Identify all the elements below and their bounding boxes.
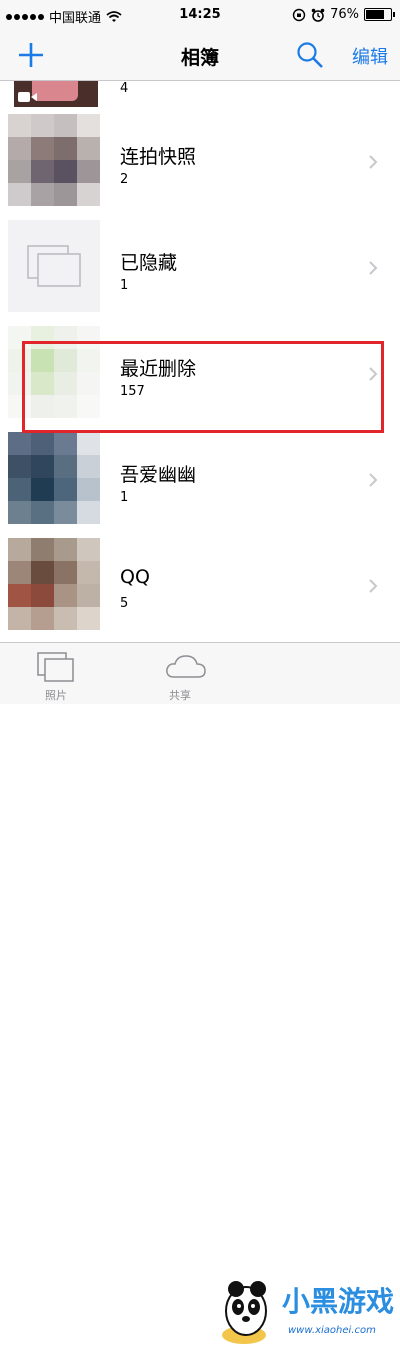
status-bar: 中国联通 14:25 76% <box>0 0 400 30</box>
album-row-recently-deleted[interactable]: 最近删除 157 <box>0 326 400 431</box>
orientation-lock-icon <box>292 8 306 21</box>
album-row-user[interactable]: 吾爱幽幽 1 <box>0 432 400 537</box>
album-count: 5 <box>120 596 129 611</box>
album-count: 1 <box>120 490 129 505</box>
plus-icon[interactable] <box>14 38 48 72</box>
album-thumbnail <box>8 432 100 524</box>
chevron-right-icon <box>369 261 378 275</box>
search-icon[interactable] <box>295 40 325 70</box>
hidden-album-icon <box>27 245 81 287</box>
tab-label: 照片 <box>45 689 67 702</box>
watermark-logo: 小黑游戏 www.xiaohei.com <box>222 1281 394 1344</box>
album-name: 最近删除 <box>120 358 197 380</box>
video-icon <box>18 92 37 102</box>
battery-fill <box>366 10 385 19</box>
battery-percent: 76% <box>330 7 359 22</box>
album-name: QQ <box>120 566 150 588</box>
album-count: 2 <box>120 172 129 187</box>
album-thumbnail <box>8 114 100 206</box>
tab-photos[interactable]: 照片 <box>6 643 106 704</box>
album-thumbnail <box>14 81 98 107</box>
tab-shared[interactable]: 共享 <box>130 643 230 704</box>
page-title: 相簿 <box>180 47 219 69</box>
chevron-right-icon <box>369 155 378 169</box>
watermark-site: www.xiaohei.com <box>288 1325 376 1336</box>
chevron-right-icon <box>369 579 378 593</box>
album-list: 4 连拍快照 2 已隐藏 1 最近删除 157 吾爱幽幽 1 QQ 5 <box>0 81 400 641</box>
alarm-icon <box>311 8 325 22</box>
album-thumbnail <box>8 326 100 418</box>
album-row-hidden[interactable]: 已隐藏 1 <box>0 220 400 325</box>
cloud-icon <box>166 655 206 678</box>
album-row-qq[interactable]: QQ 5 <box>0 538 400 641</box>
battery-icon <box>364 8 395 21</box>
album-count: 4 <box>120 81 129 96</box>
album-name: 吾爱幽幽 <box>120 464 197 486</box>
album-thumbnail <box>8 220 100 312</box>
status-right: 76% <box>292 7 395 22</box>
photos-icon <box>37 652 74 682</box>
album-row-burst[interactable]: 连拍快照 2 <box>0 114 400 219</box>
album-count: 157 <box>120 384 145 399</box>
chevron-right-icon <box>369 473 378 487</box>
edit-button[interactable]: 编辑 <box>352 43 388 69</box>
album-name: 已隐藏 <box>120 252 178 274</box>
album-thumbnail <box>8 538 100 630</box>
tab-bar: 照片 共享 小黑游戏 www.xiaohei.com <box>0 642 400 1344</box>
tab-label: 共享 <box>169 689 191 702</box>
album-count: 1 <box>120 278 129 293</box>
nav-bar: 相簿 编辑 <box>0 30 400 81</box>
watermark-brand: 小黑游戏 <box>282 1285 394 1318</box>
chevron-right-icon <box>369 367 378 381</box>
album-name: 连拍快照 <box>120 146 197 168</box>
